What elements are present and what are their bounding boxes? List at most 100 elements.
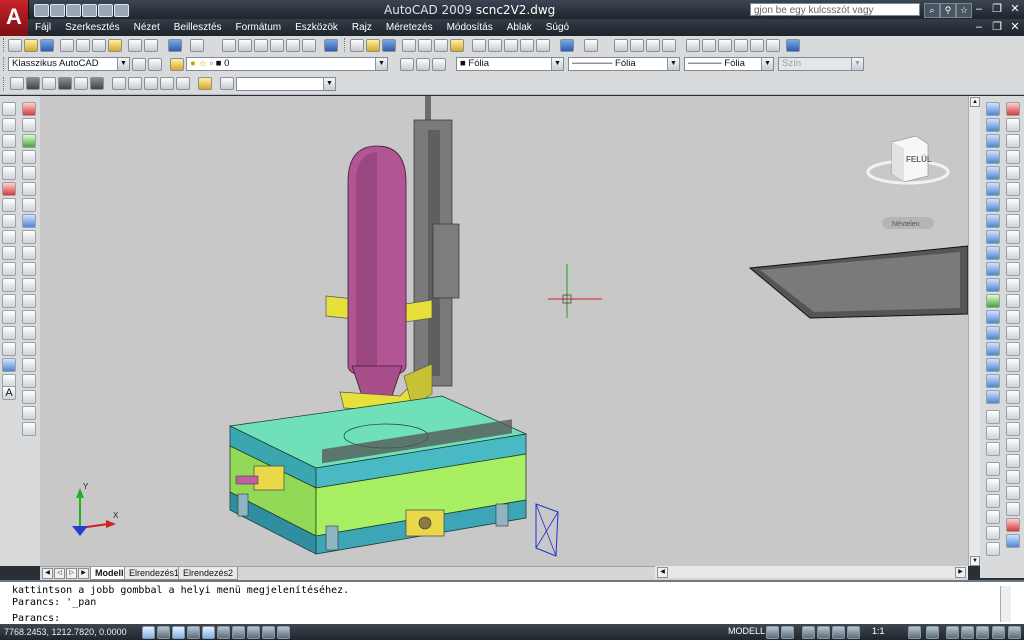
steeringwheel-icon[interactable] (832, 626, 845, 639)
menu-insert[interactable]: Beillesztés (167, 19, 229, 36)
showmotion-icon[interactable] (847, 626, 860, 639)
object-snap-tracking-icon[interactable] (217, 626, 230, 639)
annotation-scale[interactable]: 1:1 (872, 626, 885, 636)
hatch-icon[interactable] (2, 326, 16, 340)
menu-draw[interactable]: Rajz (345, 19, 379, 36)
scroll-right-icon[interactable]: ▶ (955, 567, 966, 578)
tab-layout1[interactable]: Elrendezés1 (124, 567, 185, 580)
last-tab-icon[interactable]: ▶ (78, 568, 89, 579)
zoom-center-icon[interactable] (986, 510, 1000, 524)
pan-icon[interactable] (614, 39, 628, 52)
subtract-icon[interactable] (128, 77, 142, 90)
imprint-icon[interactable] (1006, 374, 1020, 388)
vertical-scrollbar[interactable]: ▲ ▼ (968, 96, 980, 566)
continuous-orbit-icon[interactable] (986, 442, 1000, 456)
view-name-menu[interactable]: Névtelen (882, 217, 934, 229)
scroll-down-icon[interactable]: ▼ (970, 556, 980, 566)
polyline-icon[interactable] (2, 134, 16, 148)
lock-icon[interactable] (961, 626, 974, 639)
workspace-settings-icon[interactable] (132, 58, 146, 71)
menu-help[interactable]: Súgó (539, 19, 576, 36)
color-dropdown[interactable]: ■ Fólia ▼ (456, 57, 564, 71)
doc-minimize-icon[interactable]: – (972, 21, 986, 34)
visual-style-icon[interactable] (220, 77, 234, 90)
edit-polyline-icon[interactable] (22, 374, 36, 388)
plot-icon-2[interactable] (402, 39, 416, 52)
loft-icon[interactable] (1006, 246, 1020, 260)
ucs-y-rotate-icon[interactable] (986, 246, 1000, 260)
favorites-icon[interactable]: ☆ (956, 3, 972, 18)
quick-view-drawings-icon[interactable] (781, 626, 794, 639)
model-space-label[interactable]: MODELL (728, 626, 765, 636)
sheet-set-icon-2[interactable] (734, 39, 748, 52)
zoom-realtime-icon[interactable] (630, 39, 644, 52)
zoom-previous-icon[interactable] (662, 39, 676, 52)
new-icon[interactable] (34, 4, 49, 17)
menu-dimension[interactable]: Méretezés (379, 19, 440, 36)
customize-icon[interactable] (148, 58, 162, 71)
command-scrollbar[interactable] (1000, 586, 1011, 622)
array-icon[interactable] (22, 166, 36, 180)
thicken-icon[interactable] (1006, 326, 1020, 340)
print-icon[interactable] (82, 4, 97, 17)
construction-line-icon[interactable] (2, 118, 16, 132)
union-icon[interactable] (112, 77, 126, 90)
cut-icon-2[interactable] (472, 39, 486, 52)
interfere-icon[interactable] (1006, 278, 1020, 292)
open-file-icon-2[interactable] (366, 39, 380, 52)
box-icon[interactable] (26, 77, 40, 90)
sheet-set-icon[interactable] (270, 39, 284, 52)
plot-preview-icon-2[interactable] (418, 39, 432, 52)
point-icon[interactable] (2, 310, 16, 324)
fillet-icon[interactable] (22, 342, 36, 356)
layer-properties-icon[interactable] (170, 58, 184, 71)
box-3d-icon[interactable] (986, 310, 1000, 324)
zoom-window-side-icon[interactable] (986, 462, 1000, 476)
application-menu-button[interactable]: A (0, 0, 29, 36)
markup-icon[interactable] (286, 39, 300, 52)
ucs-object-icon[interactable] (986, 150, 1000, 164)
quick-view-layouts-icon[interactable] (766, 626, 779, 639)
communication-icon[interactable]: ⚲ (940, 3, 956, 18)
dynamic-ucs-icon[interactable] (232, 626, 245, 639)
wireframe-style-icon[interactable] (1006, 438, 1020, 452)
spline-icon[interactable] (2, 230, 16, 244)
first-tab-icon[interactable]: ◀ (42, 568, 53, 579)
ucs-x-rotate-icon[interactable] (986, 230, 1000, 244)
mirror-icon[interactable] (22, 134, 36, 148)
presspull-icon[interactable] (1006, 198, 1020, 212)
trim-icon[interactable] (22, 246, 36, 260)
sphere-3d-icon[interactable] (986, 358, 1000, 372)
qnew-icon[interactable] (8, 39, 22, 52)
extend-icon[interactable] (22, 262, 36, 276)
save-file-icon[interactable] (40, 39, 54, 52)
clean-screen-icon[interactable] (992, 626, 1005, 639)
plotstyle-dropdown[interactable]: Szín ▼ (778, 57, 864, 71)
helix-icon[interactable] (1006, 166, 1020, 180)
ucs-apply-icon[interactable] (986, 278, 1000, 292)
settings-icon[interactable] (1008, 626, 1021, 639)
wedge-3d-icon[interactable] (986, 326, 1000, 340)
cone-3d-icon[interactable] (986, 342, 1000, 356)
wedge-icon[interactable] (42, 77, 56, 90)
chamfer-icon[interactable] (22, 326, 36, 340)
save-icon[interactable] (66, 4, 81, 17)
ucs-face-icon[interactable] (986, 134, 1000, 148)
zoom-in-icon[interactable] (986, 542, 1000, 556)
tab-layout2[interactable]: Elrendezés2 (178, 567, 239, 580)
horizontal-scrollbar[interactable]: ◀ ▶ (655, 566, 968, 578)
zoom-scale-icon[interactable] (986, 494, 1000, 508)
toolbar-grip-3[interactable] (3, 57, 7, 71)
check-icon[interactable] (1006, 422, 1020, 436)
calculator-icon[interactable] (302, 39, 316, 52)
3d-dwf-icon[interactable] (108, 39, 122, 52)
revolve-side-icon[interactable] (1006, 230, 1020, 244)
polysolid-side-icon[interactable] (1006, 118, 1020, 132)
cut-icon[interactable] (128, 39, 142, 52)
drawing-viewport[interactable]: FELÜL Névtelen Y X (40, 96, 968, 566)
edit-text-icon[interactable] (22, 406, 36, 420)
ucs-previous-icon[interactable] (986, 118, 1000, 132)
rotate-icon[interactable] (22, 198, 36, 212)
design-center-icon[interactable] (238, 39, 252, 52)
rectangle-icon[interactable] (2, 166, 16, 180)
